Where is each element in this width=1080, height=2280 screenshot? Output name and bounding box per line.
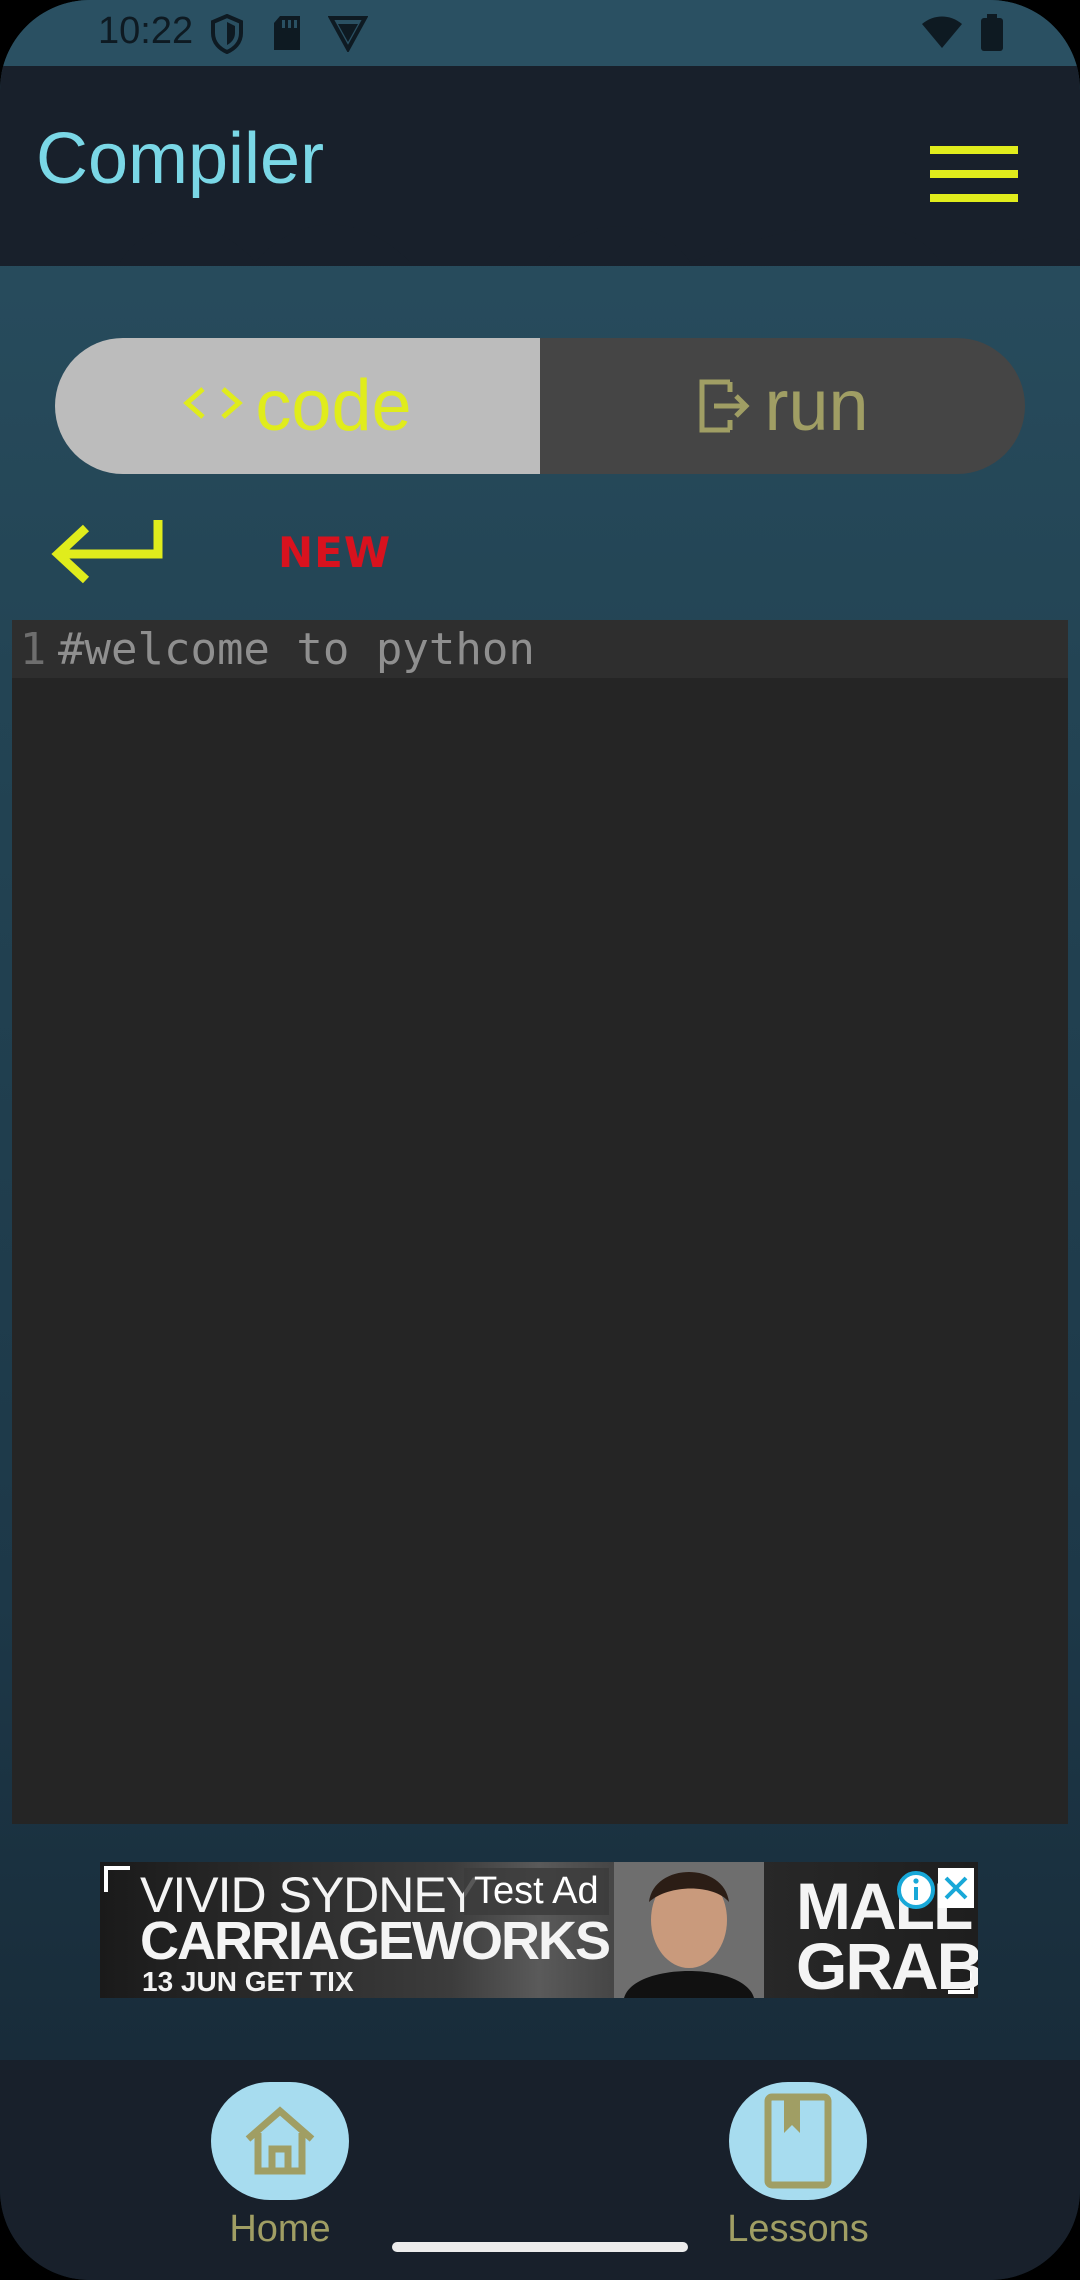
book-bookmark-icon: [764, 2093, 832, 2189]
nav-home-circle: [211, 2082, 349, 2200]
header-wave: [0, 222, 1080, 262]
nav-lessons-label: Lessons: [727, 2208, 869, 2250]
exit-arrow-icon: [699, 379, 751, 433]
ad-headline-3: 13 JUN GET TIX: [142, 1966, 354, 1997]
ad-label: Test Ad: [464, 1868, 609, 1915]
mode-toggle: code run: [55, 338, 1025, 474]
ad-portrait-image: [614, 1862, 764, 1998]
home-icon: [245, 2106, 315, 2175]
status-time: 10:22: [98, 10, 194, 52]
code-editor[interactable]: 1 #welcome to python: [12, 620, 1068, 1824]
menu-bar-middle: [930, 170, 1018, 178]
wifi-icon: [922, 16, 962, 48]
status-bar: 10:22: [0, 0, 1080, 66]
ad-banner[interactable]: VIVID SYDNEY CARRIAGEWORKS 13 JUN GET TI…: [100, 1862, 978, 1998]
shield-icon: [211, 14, 243, 54]
tab-code-label: code: [255, 366, 412, 446]
menu-button[interactable]: [926, 140, 1022, 210]
nav-home-label: Home: [229, 2208, 331, 2250]
code-brackets-icon: [183, 387, 244, 419]
nav-home[interactable]: Home: [190, 2082, 370, 2251]
nav-lessons[interactable]: Lessons: [708, 2082, 888, 2251]
battery-icon: [981, 14, 1003, 51]
ad-right-text-2: GRAB: [796, 1929, 978, 1998]
tab-run[interactable]: run: [540, 338, 1025, 474]
vpn-icon: [328, 16, 368, 52]
ad-headline-2: CARRIAGEWORKS: [140, 1911, 611, 1971]
code-line-text[interactable]: #welcome to python: [58, 624, 535, 675]
home-indicator[interactable]: [392, 2242, 688, 2252]
ad-info-icon[interactable]: [896, 1870, 936, 1910]
editor-line[interactable]: 1 #welcome to python: [12, 620, 1068, 678]
tab-code[interactable]: code: [55, 338, 540, 474]
page-title: Compiler: [36, 119, 325, 199]
return-arrow-icon[interactable]: [50, 516, 166, 588]
line-number: 1: [19, 623, 47, 675]
screen: 10:22 Compiler code run NEW 1 #welcome t…: [0, 0, 1080, 2280]
tab-run-label: run: [764, 366, 869, 446]
nav-lessons-circle: [729, 2082, 867, 2200]
sd-card-icon: [274, 16, 300, 50]
ad-close-icon[interactable]: [938, 1868, 974, 1908]
menu-bar-bottom: [930, 194, 1018, 202]
menu-bar-top: [930, 146, 1018, 154]
new-button[interactable]: NEW: [278, 528, 391, 577]
